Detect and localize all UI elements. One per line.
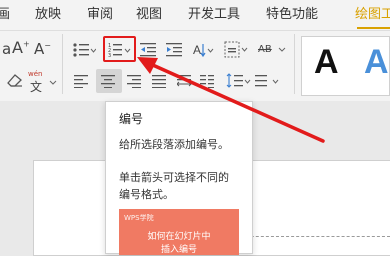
red-annotation-arrow (137, 57, 325, 143)
